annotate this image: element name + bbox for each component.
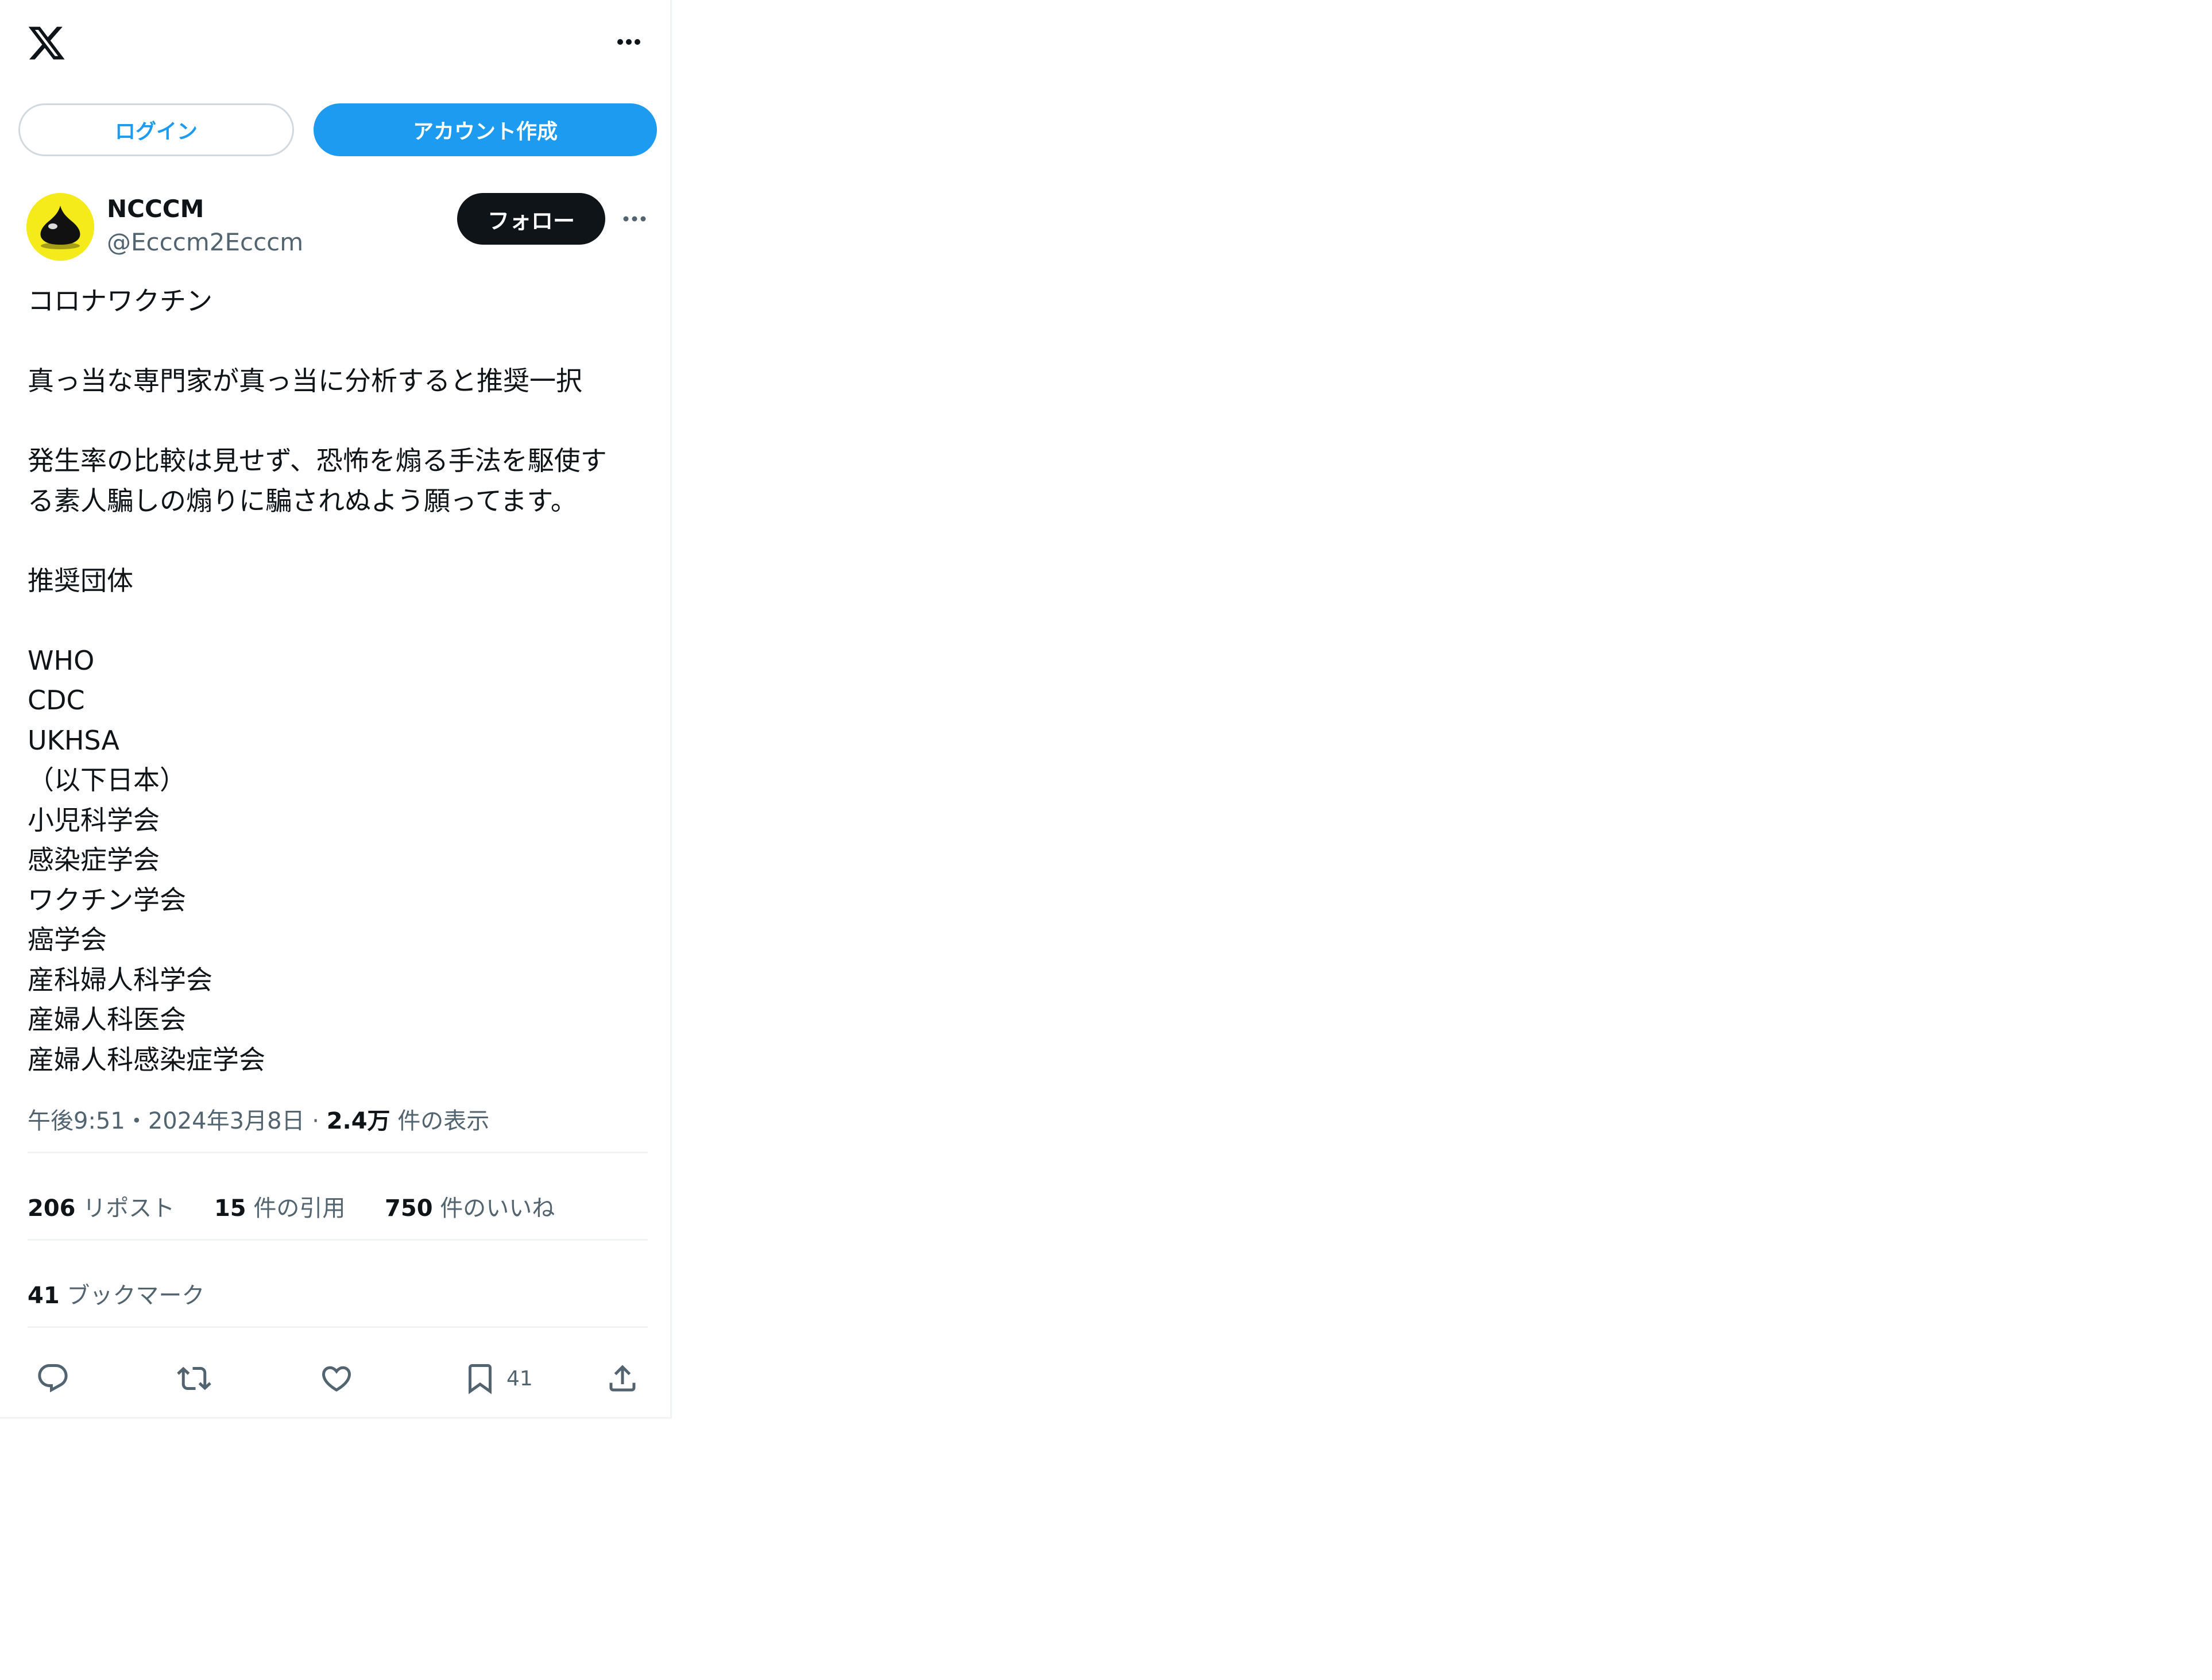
reposts-label: リポスト xyxy=(75,1195,175,1222)
follow-button[interactable]: フォロー xyxy=(457,193,605,245)
avatar[interactable] xyxy=(26,193,94,261)
tweet-stats: 206 リポスト 15 件の引用 750 件のいいね xyxy=(28,1194,587,1223)
tweet-page: ログイン アカウント作成 NCCCM @Ecccm2Ecccm フォロー コロナ… xyxy=(0,0,672,1419)
meta-separator-2: · xyxy=(304,1108,327,1134)
likes-count: 750 xyxy=(385,1195,433,1222)
quotes-label: 件の引用 xyxy=(246,1195,346,1222)
bookmark-action-count: 41 xyxy=(506,1366,533,1391)
repost-icon xyxy=(177,1366,211,1391)
tweet-line: 産婦人科感染症学会 xyxy=(28,1044,265,1075)
tweet-line: コロナワクチン xyxy=(28,285,212,316)
divider xyxy=(28,1152,648,1153)
views-label: 件の表示 xyxy=(390,1108,490,1134)
quotes-count: 15 xyxy=(214,1195,246,1222)
meta-separator: ・ xyxy=(125,1108,148,1134)
bookmarks-count: 41 xyxy=(28,1283,60,1309)
author-display-name[interactable]: NCCCM xyxy=(107,194,204,224)
tweet-line: 真っ当な専門家が真っ当に分析すると推奨一択 xyxy=(28,365,582,396)
tweet-line: 推奨団体 xyxy=(28,565,133,596)
more-horizontal-icon[interactable] xyxy=(609,33,649,51)
tweet-meta: 午後9:51・2024年3月8日 · 2.4万 件の表示 xyxy=(28,1106,489,1136)
tweet-line: 感染症学会 xyxy=(28,844,160,875)
bookmark-icon xyxy=(469,1364,492,1395)
bookmark-button[interactable]: 41 xyxy=(463,1360,533,1397)
bookmarks-stat[interactable]: 41 ブックマーク xyxy=(28,1281,204,1311)
repost-button[interactable] xyxy=(177,1360,211,1397)
tweet-line: （以下日本） xyxy=(28,764,186,795)
share-button[interactable] xyxy=(605,1360,640,1397)
x-logo-icon[interactable] xyxy=(25,23,68,63)
tweet-line: UKHSA xyxy=(28,724,119,756)
quotes-stat[interactable]: 15 件の引用 xyxy=(214,1195,345,1222)
tweet-more-icon[interactable] xyxy=(620,210,649,227)
bookmarks-label: ブックマーク xyxy=(59,1283,205,1309)
likes-label: 件のいいね xyxy=(432,1195,555,1222)
tweet-line: 発生率の比較は見せず、恐怖を煽る手法を駆使す xyxy=(28,445,607,476)
slime-avatar-icon xyxy=(26,193,94,261)
login-button[interactable]: ログイン xyxy=(18,103,294,156)
tweet-line: ワクチン学会 xyxy=(28,884,186,916)
tweet-line: 産科婦人科学会 xyxy=(28,964,212,995)
views-count: 2.4万 xyxy=(326,1108,390,1134)
reposts-count: 206 xyxy=(28,1195,76,1222)
tweet-date[interactable]: 2024年3月8日 xyxy=(148,1108,305,1134)
divider xyxy=(28,1239,648,1241)
divider xyxy=(28,1326,648,1328)
tweet-text: コロナワクチン真っ当な専門家が真っ当に分析すると推奨一択 発生率の比較は見せず、恐… xyxy=(28,281,648,1080)
author-handle[interactable]: @Ecccm2Ecccm xyxy=(107,227,303,257)
share-icon xyxy=(609,1365,636,1392)
reply-button[interactable] xyxy=(36,1360,70,1397)
tweet-time[interactable]: 午後9:51 xyxy=(28,1108,125,1134)
tweet-line: 癌学会 xyxy=(28,924,107,955)
tweet-line: 小児科学会 xyxy=(28,804,160,836)
likes-stat[interactable]: 750 件のいいね xyxy=(385,1195,555,1222)
reply-icon xyxy=(38,1364,68,1393)
tweet-line: WHO xyxy=(28,644,95,676)
tweet-line: CDC xyxy=(28,685,85,716)
tweet-line: る素人騙しの煽りに騙されぬよう願ってます。 xyxy=(28,485,577,516)
create-account-button[interactable]: アカウント作成 xyxy=(314,103,657,156)
tweet-line: 産婦人科医会 xyxy=(28,1004,186,1035)
heart-icon xyxy=(322,1366,351,1392)
like-button[interactable] xyxy=(319,1360,354,1397)
reposts-stat[interactable]: 206 リポスト xyxy=(28,1195,175,1222)
